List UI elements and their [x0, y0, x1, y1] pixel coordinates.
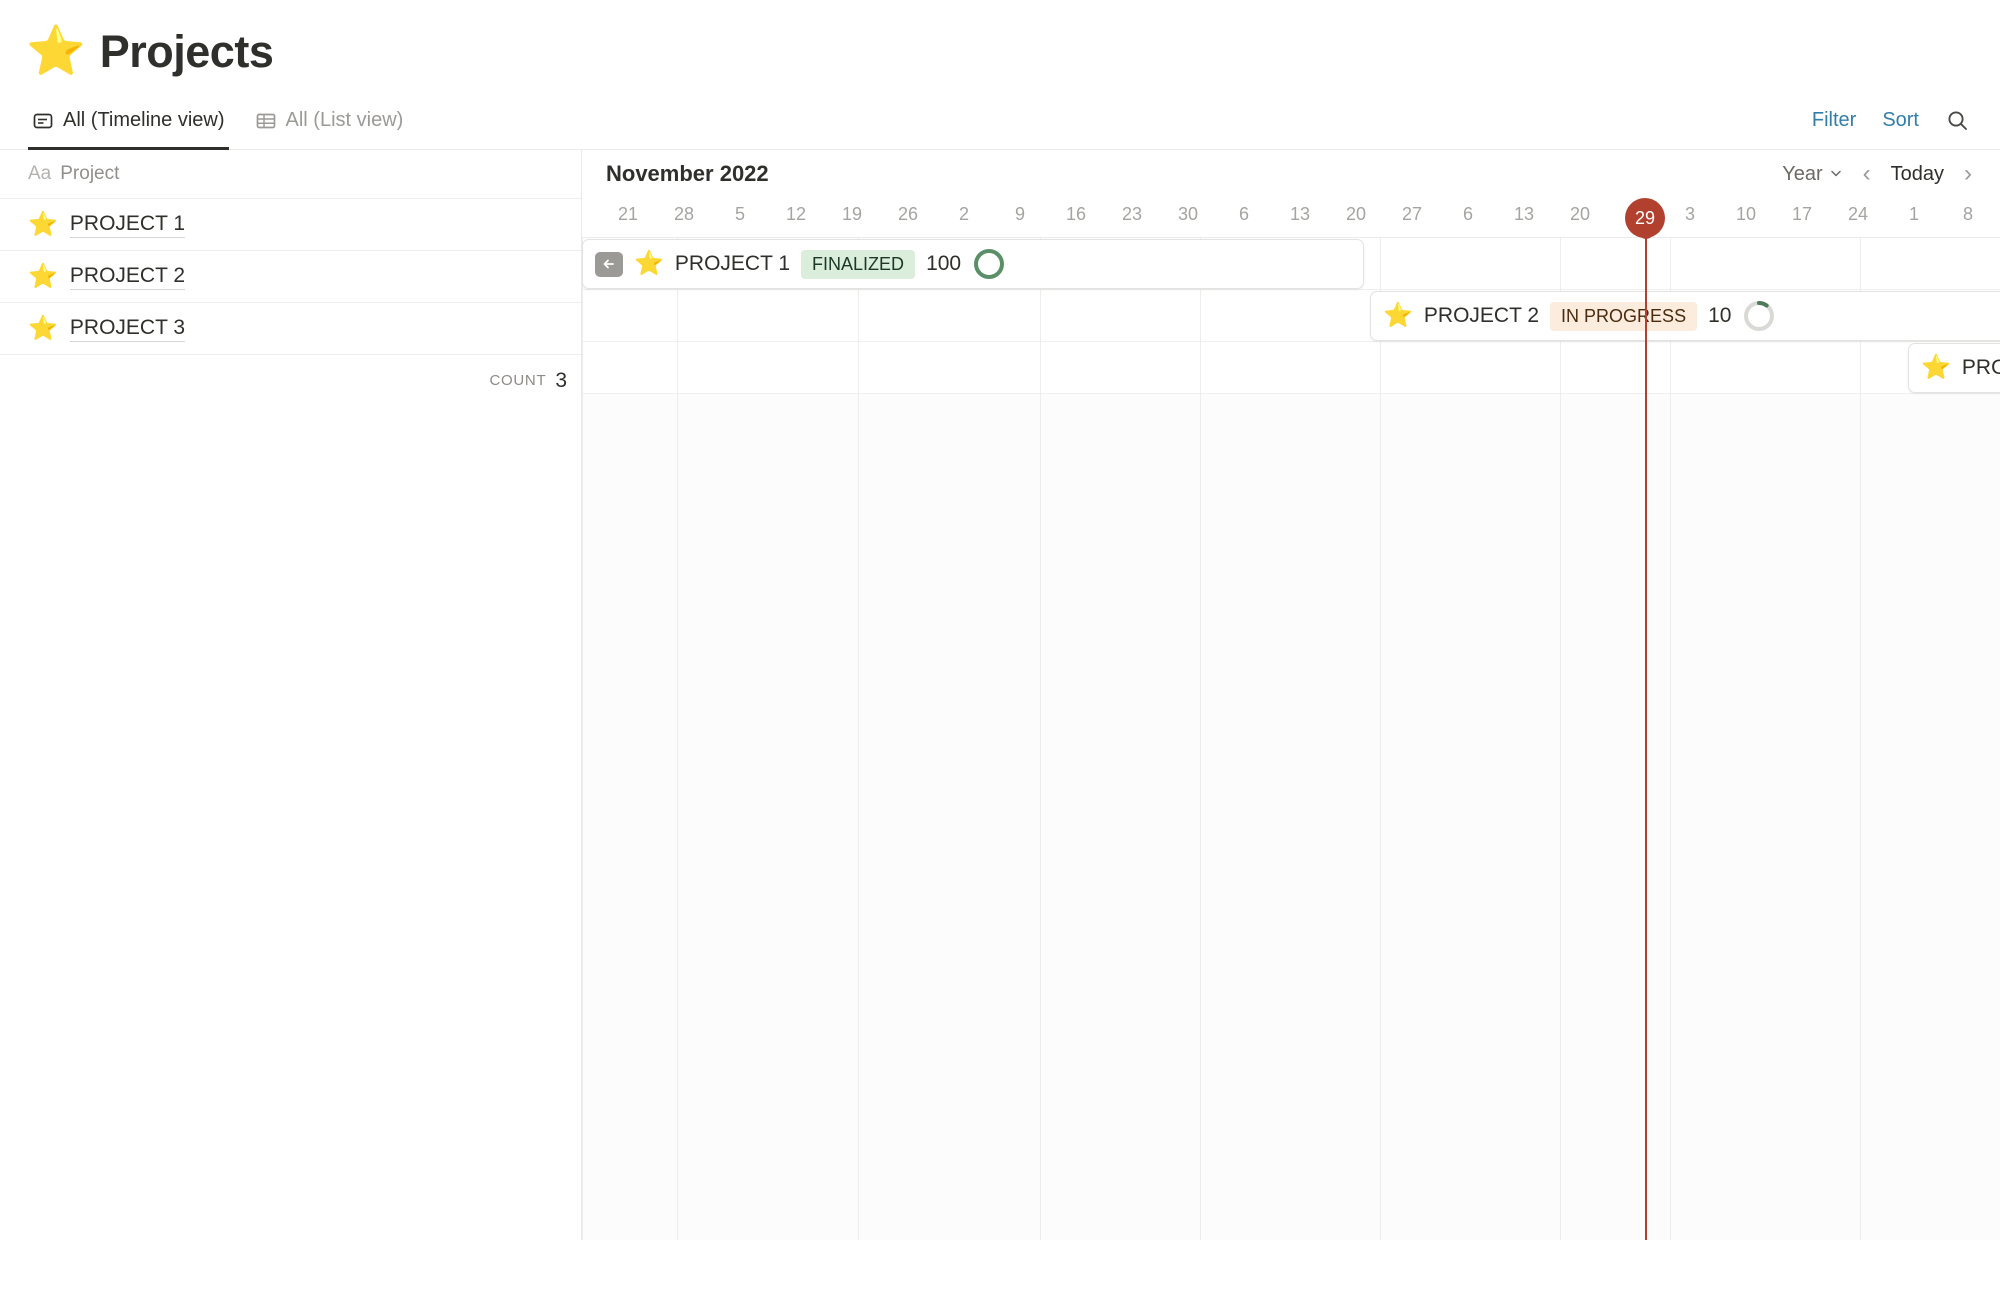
- grid-line: [1860, 238, 1861, 1240]
- grid-line: [1670, 238, 1671, 1240]
- tab-label: All (Timeline view): [63, 109, 225, 131]
- arrow-left-icon[interactable]: [595, 251, 623, 277]
- bar-progress-value: 100: [926, 252, 962, 275]
- timeline-date-ticks: 21 28 5 12 19 26 2 9 16 23 30 6 13 20 27 6 13 20 29 3 10 17 24…: [582, 198, 2000, 238]
- date-tick: 30: [1177, 204, 1199, 224]
- date-tick: 5: [734, 204, 746, 224]
- star-icon: ⭐: [28, 314, 58, 342]
- grid-line: [1040, 238, 1041, 1240]
- date-tick: 6: [1462, 204, 1474, 224]
- toolbar-actions: Filter Sort: [1812, 102, 2000, 149]
- date-tick: 21: [617, 204, 639, 224]
- timeline-grid: [582, 238, 2000, 1240]
- star-icon: ⭐: [28, 262, 58, 290]
- today-marker-line: [1645, 228, 1647, 1240]
- column-header-label: Project: [60, 163, 120, 184]
- date-tick: 23: [1121, 204, 1143, 224]
- range-label: Year: [1782, 162, 1823, 185]
- main-content: Aa Project ⭐ PROJECT 1 ⭐ PROJECT 2 ⭐ PRO…: [0, 150, 2000, 1240]
- grid-line: [677, 238, 678, 1240]
- progress-ring-icon: [1742, 299, 1776, 333]
- status-badge: FINALIZED: [801, 249, 916, 279]
- status-badge: IN PROGRESS: [1550, 301, 1698, 331]
- date-tick: 3: [1684, 204, 1696, 224]
- tab-label: All (List view): [285, 109, 404, 131]
- star-icon: ⭐: [1383, 302, 1413, 329]
- bar-progress-value: 10: [1708, 304, 1732, 327]
- list-item[interactable]: ⭐ PROJECT 3: [0, 302, 581, 354]
- row-count-footer[interactable]: COUNT 3: [0, 354, 581, 406]
- timeline-bar[interactable]: ⭐ PROJECT 3: [1908, 343, 2000, 393]
- date-tick: 12: [785, 204, 807, 224]
- timeline-nav: Year ‹ Today ›: [1782, 162, 1974, 186]
- grid-line: [1380, 238, 1381, 1240]
- date-tick: 13: [1289, 204, 1311, 224]
- timeline-panel: November 2022 Year ‹ Today › 21 28 5 12 19 26…: [582, 150, 2000, 1240]
- grid-line: [1560, 238, 1561, 1240]
- project-list-panel: Aa Project ⭐ PROJECT 1 ⭐ PROJECT 2 ⭐ PRO…: [0, 150, 582, 1240]
- date-tick: 28: [673, 204, 695, 224]
- date-tick: 19: [841, 204, 863, 224]
- date-tick: 27: [1401, 204, 1423, 224]
- date-tick: 2: [958, 204, 970, 224]
- timeline-icon: [32, 110, 54, 132]
- page-title: Projects: [99, 26, 274, 77]
- star-icon: ⭐: [634, 250, 664, 277]
- text-type-icon: Aa: [28, 163, 52, 184]
- today-button[interactable]: Today: [1891, 163, 1944, 186]
- timeline-month-label: November 2022: [606, 161, 769, 186]
- date-tick: 17: [1791, 204, 1813, 224]
- timeline-range-selector[interactable]: Year: [1782, 163, 1842, 186]
- date-tick: 20: [1569, 204, 1591, 224]
- list-item[interactable]: ⭐ PROJECT 1: [0, 198, 581, 250]
- project-name[interactable]: PROJECT 3: [69, 316, 186, 342]
- grid-line: [858, 238, 859, 1240]
- date-tick: 24: [1847, 204, 1869, 224]
- page-star-icon: ⭐: [26, 25, 86, 78]
- date-tick: 13: [1513, 204, 1535, 224]
- view-tabs: All (Timeline view) All (List view): [0, 102, 408, 150]
- date-tick: 9: [1014, 204, 1026, 224]
- chevron-down-icon: [1829, 163, 1843, 186]
- previous-period-button[interactable]: ‹: [1861, 162, 1873, 186]
- project-column-header: Aa Project: [0, 150, 581, 198]
- bar-project-name: PROJECT 2: [1423, 304, 1540, 327]
- progress-ring-icon: [972, 247, 1006, 281]
- date-tick: 20: [1345, 204, 1367, 224]
- count-label: COUNT: [489, 372, 547, 389]
- view-tabbar: All (Timeline view) All (List view) Filt…: [0, 102, 2000, 150]
- today-marker-dot: [1638, 224, 1654, 239]
- page-header: ⭐ Projects: [0, 0, 2000, 78]
- search-icon[interactable]: [1945, 108, 1970, 133]
- tab-all-list-view[interactable]: All (List view): [251, 102, 408, 149]
- next-period-button[interactable]: ›: [1962, 162, 1974, 186]
- filter-button[interactable]: Filter: [1812, 109, 1856, 132]
- star-icon: ⭐: [1921, 354, 1951, 381]
- timeline-header: November 2022 Year ‹ Today ›: [582, 150, 2000, 198]
- date-tick: 1: [1908, 204, 1920, 224]
- project-name[interactable]: PROJECT 2: [69, 264, 186, 290]
- date-tick: 16: [1065, 204, 1087, 224]
- count-value: 3: [555, 368, 567, 392]
- bar-project-name: PROJECT 3: [1961, 356, 2000, 379]
- list-item[interactable]: ⭐ PROJECT 2: [0, 250, 581, 302]
- date-tick: 10: [1735, 204, 1757, 224]
- tab-all-timeline-view[interactable]: All (Timeline view): [28, 102, 229, 150]
- table-icon: [255, 110, 277, 132]
- timeline-bar[interactable]: ⭐ PROJECT 2 IN PROGRESS 10: [1370, 291, 2000, 341]
- grid-line: [582, 238, 583, 1240]
- timeline-row: [582, 342, 2000, 394]
- date-tick: 8: [1962, 204, 1974, 224]
- star-icon: ⭐: [28, 210, 58, 238]
- project-name[interactable]: PROJECT 1: [69, 212, 186, 238]
- timeline-bar[interactable]: ⭐ PROJECT 1 FINALIZED 100: [582, 239, 1364, 289]
- grid-line: [1200, 238, 1201, 1240]
- bar-project-name: PROJECT 1: [674, 252, 791, 275]
- date-tick: 26: [897, 204, 919, 224]
- sort-button[interactable]: Sort: [1882, 109, 1919, 132]
- date-tick: 6: [1238, 204, 1250, 224]
